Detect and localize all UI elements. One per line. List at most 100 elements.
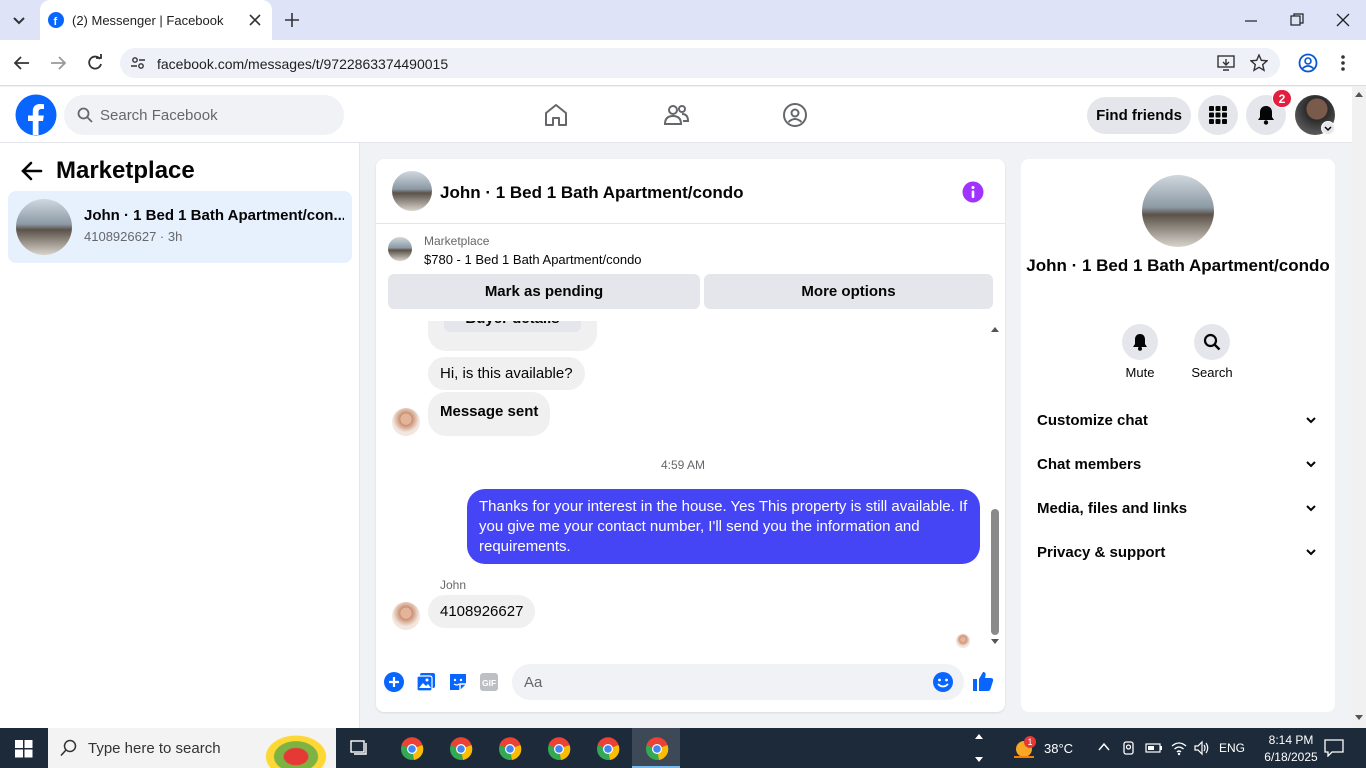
row-label: Media, files and links <box>1037 500 1188 517</box>
clock-time[interactable]: 8:14 PM <box>1262 733 1320 747</box>
listing-title[interactable]: $780 - 1 Bed 1 Bath Apartment/condo <box>424 252 642 267</box>
panel-title: Marketplace <box>56 157 195 184</box>
mark-as-pending-button[interactable]: Mark as pending <box>388 274 700 309</box>
chevron-down-icon <box>1305 458 1317 470</box>
details-thumbnail[interactable] <box>1142 175 1214 247</box>
thumbs-up-icon[interactable] <box>972 670 994 692</box>
sender-avatar <box>392 602 420 630</box>
notification-center-icon[interactable] <box>1324 739 1344 757</box>
tab-search-icon[interactable] <box>10 12 28 28</box>
thread-listing-thumbnail <box>16 199 72 255</box>
meet-now-icon[interactable] <box>1122 740 1136 756</box>
attach-photo-icon[interactable] <box>416 672 436 692</box>
more-actions-icon[interactable] <box>383 671 405 693</box>
url-text: facebook.com/messages/t/9722863374490015 <box>157 56 449 72</box>
message-input-placeholder: Aa <box>524 674 543 691</box>
reload-icon[interactable] <box>86 54 104 72</box>
battery-icon[interactable] <box>1145 742 1163 754</box>
clock-date[interactable]: 6/18/2025 <box>1258 750 1324 764</box>
privacy-support-row[interactable]: Privacy & support <box>1037 544 1327 564</box>
chrome-taskbar-icon[interactable] <box>596 737 620 761</box>
task-view-icon[interactable] <box>350 738 370 758</box>
media-files-links-row[interactable]: Media, files and links <box>1037 500 1327 520</box>
facebook-favicon-icon: f <box>48 12 64 28</box>
more-options-button[interactable]: More options <box>704 274 993 309</box>
notification-badge: 2 <box>1272 89 1292 108</box>
account-chevron-icon[interactable] <box>1321 121 1335 135</box>
temperature[interactable]: 38°C <box>1044 741 1073 756</box>
close-window-icon[interactable] <box>1336 13 1350 27</box>
browser-tab[interactable]: f (2) Messenger | Facebook <box>40 0 272 40</box>
back-arrow-icon[interactable] <box>21 161 43 181</box>
install-app-icon[interactable] <box>1217 55 1235 71</box>
taskbar-search-box[interactable]: Type here to search <box>48 728 336 768</box>
outgoing-message-bubble[interactable]: Thanks for your interest in the house. Y… <box>467 489 980 564</box>
message-input[interactable]: Aa <box>512 664 964 700</box>
thread-meta: 4108926627 · 3h <box>84 229 183 244</box>
listing-thumbnail[interactable] <box>388 237 412 261</box>
gif-icon[interactable]: GIF <box>479 672 499 692</box>
friends-nav-icon[interactable] <box>663 102 689 128</box>
minimize-icon[interactable] <box>1244 14 1258 28</box>
taskbar-scroll-icon[interactable] <box>974 731 984 765</box>
chat-members-row[interactable]: Chat members <box>1037 456 1327 476</box>
taskbar-search-placeholder: Type here to search <box>88 740 221 757</box>
chrome-taskbar-icon[interactable] <box>449 737 473 761</box>
wifi-icon[interactable] <box>1170 740 1188 756</box>
svg-text:GIF: GIF <box>482 678 496 688</box>
menu-button[interactable] <box>1198 95 1238 135</box>
message-bubble[interactable]: Hi, is this available? <box>428 357 585 390</box>
message-scrollbar-thumb[interactable] <box>991 509 999 635</box>
row-label: Privacy & support <box>1037 544 1166 561</box>
home-nav-icon[interactable] <box>543 102 569 128</box>
forward-icon[interactable] <box>49 55 67 71</box>
chrome-taskbar-icon[interactable] <box>400 737 424 761</box>
groups-nav-icon[interactable] <box>782 102 808 128</box>
volume-icon[interactable] <box>1193 740 1211 756</box>
buyer-details-button[interactable]: Buyer details <box>444 321 581 332</box>
input-language[interactable]: ENG <box>1219 741 1245 755</box>
details-name: John · 1 Bed 1 Bath Apartment/condo <box>1026 256 1330 275</box>
weather-badge: 1 <box>1024 736 1036 748</box>
conversation-info-icon[interactable] <box>962 181 984 203</box>
sender-name: John <box>440 578 467 592</box>
restore-icon[interactable] <box>1290 13 1304 27</box>
chrome-taskbar-icon[interactable] <box>498 737 522 761</box>
bookmark-star-icon[interactable] <box>1250 54 1268 72</box>
read-receipt-avatar <box>956 634 970 648</box>
search-in-chat-button[interactable] <box>1194 324 1230 360</box>
find-friends-button[interactable]: Find friends <box>1087 97 1191 134</box>
row-label: Chat members <box>1037 456 1142 473</box>
customize-chat-row[interactable]: Customize chat <box>1037 412 1327 432</box>
mute-button[interactable] <box>1122 324 1158 360</box>
show-hidden-icons-icon[interactable] <box>1098 742 1110 752</box>
search-icon <box>77 107 93 123</box>
chrome-taskbar-icon[interactable] <box>547 737 571 761</box>
marketplace-label: Marketplace <box>424 234 490 248</box>
scroll-down-icon[interactable] <box>990 638 1000 646</box>
url-bar[interactable]: facebook.com/messages/t/9722863374490015 <box>120 48 1280 78</box>
message-bubble[interactable]: Message sent <box>428 392 551 436</box>
page-scrollbar[interactable] <box>1352 87 1366 728</box>
facebook-logo-icon[interactable] <box>15 94 57 136</box>
back-icon[interactable] <box>13 55 31 71</box>
message-bubble[interactable]: 4108926627 <box>428 595 536 628</box>
browser-menu-icon[interactable] <box>1341 54 1345 72</box>
chevron-down-icon <box>1305 414 1317 426</box>
scroll-up-icon[interactable] <box>990 325 1000 333</box>
grid-menu-icon <box>1209 106 1227 124</box>
facebook-search[interactable]: Search Facebook <box>64 95 344 135</box>
close-tab-icon[interactable] <box>248 13 262 27</box>
new-tab-icon[interactable] <box>284 12 300 28</box>
tab-title: (2) Messenger | Facebook <box>72 13 224 28</box>
sender-avatar <box>392 408 420 436</box>
emoji-icon[interactable] <box>932 671 954 693</box>
chrome-taskbar-icon[interactable] <box>645 737 669 761</box>
thread-name: John · 1 Bed 1 Bath Apartment/con... <box>84 207 344 224</box>
sticker-icon[interactable] <box>448 672 468 692</box>
profile-icon[interactable] <box>1298 53 1318 73</box>
site-info-icon[interactable] <box>130 55 146 71</box>
conversation-title: John · 1 Bed 1 Bath Apartment/condo <box>440 183 744 202</box>
row-label: Customize chat <box>1037 412 1148 429</box>
windows-start-icon[interactable] <box>15 740 33 758</box>
